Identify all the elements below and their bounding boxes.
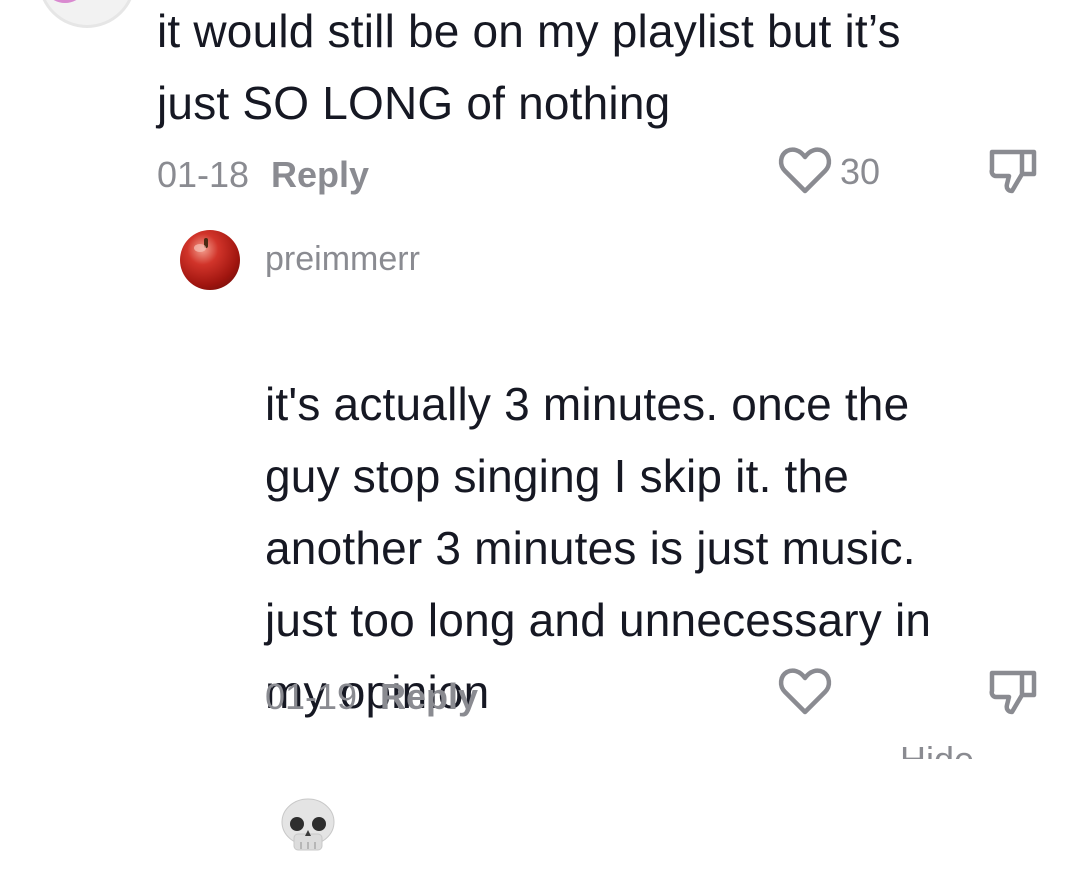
like-button[interactable] [778,146,832,201]
comment-date: 01-18 [157,154,250,195]
heart-outline-icon [778,147,832,194]
thumbs-down-icon [989,149,1037,194]
reply-avatar[interactable] [180,230,240,290]
dislike-button[interactable] [988,146,1038,201]
hide-label: Hide [900,742,974,759]
heart-outline-icon [778,668,832,715]
skull-emoji [279,724,337,874]
reply-like-button[interactable] [778,667,832,722]
reply-date: 01-19 [265,676,358,717]
reply-username[interactable]: preimmerr [265,240,420,279]
reply-reply-button[interactable]: Reply [380,676,478,718]
comment-text: it would still be on my playlist but it’… [157,5,901,129]
like-count: 30 [840,151,881,192]
thumbs-down-icon [989,670,1037,715]
commenter-avatar[interactable] [38,0,136,28]
reply-dislike-button[interactable] [988,667,1038,722]
hide-replies-button[interactable]: Hide [900,742,974,759]
reply-button[interactable]: Reply [271,154,369,196]
